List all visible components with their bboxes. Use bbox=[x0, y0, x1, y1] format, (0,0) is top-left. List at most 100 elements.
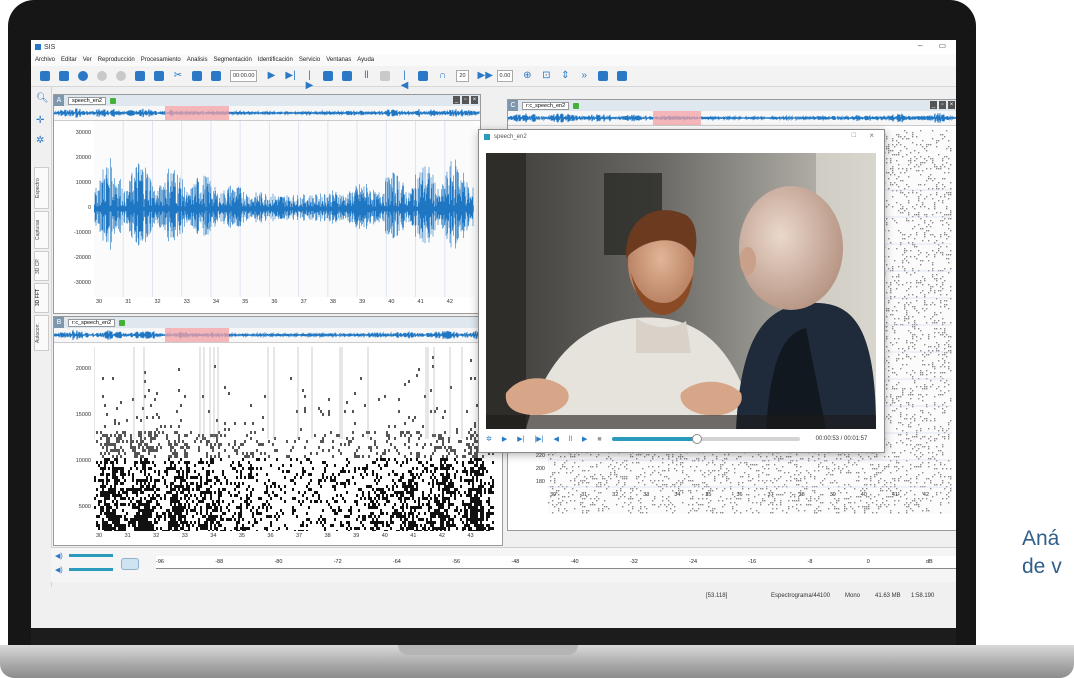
tab-3d-cp[interactable]: 3D CP. bbox=[34, 251, 49, 281]
zoom-in-icon[interactable]: ⊕ bbox=[522, 71, 532, 81]
menu-editar[interactable]: Editar bbox=[61, 57, 77, 63]
video-title: speech_en2 bbox=[494, 133, 527, 140]
play-selection-icon[interactable]: |▶ bbox=[304, 71, 314, 91]
settings-icon[interactable]: ✲ bbox=[36, 135, 44, 146]
menu-identificacion[interactable]: Identificación bbox=[258, 57, 293, 63]
overview-selection[interactable] bbox=[165, 106, 229, 120]
speed-field[interactable]: 20 bbox=[456, 70, 469, 82]
menu-ventanas[interactable]: Ventanas bbox=[326, 57, 351, 63]
video-close-icon[interactable]: × bbox=[869, 131, 874, 140]
record-window-icon[interactable] bbox=[342, 71, 353, 81]
panel-minimize-icon[interactable]: _ bbox=[453, 96, 460, 104]
x-tick-label: 31 bbox=[124, 533, 131, 539]
windows-icon[interactable] bbox=[617, 71, 628, 81]
time-field[interactable]: 00:00.00 bbox=[230, 70, 258, 82]
tab-autocorr[interactable]: Autocorr. bbox=[34, 315, 49, 351]
menu-reproduccion[interactable]: Reproducción bbox=[98, 57, 135, 63]
panel-close-icon[interactable]: × bbox=[948, 101, 955, 109]
video-play-icon[interactable]: ▶ bbox=[502, 435, 507, 443]
db-scale: -96 -88 -80 -72 -64 -56 -48 -40 -32 -24 -16 -8 0 dB bbox=[156, 556, 956, 569]
save-icon[interactable] bbox=[59, 71, 69, 81]
undo-icon[interactable] bbox=[97, 71, 107, 81]
loop-icon[interactable] bbox=[418, 71, 429, 81]
speaker-icon-left[interactable]: ◀) bbox=[55, 552, 63, 560]
video-maximize-icon[interactable]: □ bbox=[852, 132, 856, 139]
cut-icon[interactable]: ✂ bbox=[173, 71, 183, 81]
menu-analisis[interactable]: Analisis bbox=[187, 57, 208, 63]
pause-icon[interactable]: ll bbox=[361, 71, 371, 81]
video-forward-icon[interactable]: ▶ bbox=[582, 435, 587, 443]
menu-procesamiento[interactable]: Procesamiento bbox=[141, 57, 181, 63]
x-tick-label: 33 bbox=[181, 533, 188, 539]
video-seek-handle[interactable] bbox=[692, 434, 703, 444]
headphones-icon[interactable]: ∩ bbox=[437, 71, 447, 81]
zoom-vertical-icon[interactable]: ⇕ bbox=[560, 71, 570, 81]
x-tick-label: 42 bbox=[446, 299, 453, 305]
zoom-fit-icon[interactable]: ⊡ bbox=[541, 71, 551, 81]
more-icon[interactable]: » bbox=[579, 71, 589, 81]
redo-icon[interactable] bbox=[116, 71, 126, 81]
record-icon[interactable] bbox=[78, 71, 88, 81]
menu-servicio[interactable]: Servicio bbox=[299, 57, 320, 63]
link-channels-button[interactable] bbox=[121, 558, 139, 570]
video-rewind-icon[interactable]: ◀ bbox=[554, 435, 559, 443]
spectrogram-plot[interactable] bbox=[94, 347, 494, 531]
menu-ayuda[interactable]: Ayuda bbox=[357, 57, 374, 63]
minimize-icon[interactable]: – bbox=[918, 41, 922, 50]
panel-b-tab[interactable]: r:c_speech_en2 bbox=[68, 318, 116, 327]
video-pause-icon[interactable]: ll bbox=[569, 436, 572, 443]
fast-forward-icon[interactable]: ▶▶ bbox=[478, 71, 493, 81]
tab-capturas[interactable]: Capturas bbox=[34, 211, 49, 249]
y-tick-label: 0 bbox=[87, 205, 91, 211]
x-tick-label: 42 bbox=[922, 492, 930, 498]
overview-selection[interactable] bbox=[165, 328, 229, 342]
y-tick-label: 15000 bbox=[75, 412, 91, 418]
video-seek-bar[interactable] bbox=[611, 434, 800, 444]
tab-espectro[interactable]: Espectro bbox=[34, 167, 49, 209]
volume-slider-left[interactable] bbox=[69, 554, 113, 557]
video-stop-icon[interactable]: ■ bbox=[597, 436, 601, 443]
add-tab-icon[interactable] bbox=[109, 97, 116, 104]
panel-restore-icon[interactable]: ▫ bbox=[939, 101, 946, 109]
play-icon[interactable]: ▶ bbox=[266, 71, 276, 81]
offset-field[interactable]: 0.00 bbox=[496, 70, 514, 82]
tab-3d-fft[interactable]: 3D FFT bbox=[34, 283, 49, 313]
play-next-icon[interactable]: ▶| bbox=[285, 71, 295, 81]
play-window-icon[interactable] bbox=[323, 71, 334, 81]
db-tick-label: -88 bbox=[215, 559, 224, 565]
paste-icon[interactable] bbox=[154, 71, 164, 81]
panel-close-icon[interactable]: × bbox=[471, 96, 478, 104]
open-folder-icon[interactable] bbox=[40, 71, 50, 81]
video-settings-icon[interactable]: ✲ bbox=[486, 435, 492, 443]
maximize-icon[interactable]: ▭ bbox=[938, 41, 946, 50]
x-tick-label: 41 bbox=[891, 492, 898, 498]
panel-a-tab[interactable]: speech_en2 bbox=[68, 96, 106, 105]
volume-slider-right[interactable] bbox=[69, 568, 113, 571]
video-play-selection-icon[interactable]: |▶| bbox=[534, 435, 543, 443]
rewind-icon[interactable]: |◀ bbox=[399, 71, 409, 91]
layout-icon[interactable] bbox=[598, 71, 609, 81]
overview-strip[interactable] bbox=[54, 106, 480, 121]
crosshair-icon[interactable]: ✛ bbox=[36, 115, 44, 126]
overview-strip[interactable] bbox=[508, 111, 956, 126]
speaker-icon-right[interactable]: ◀) bbox=[55, 566, 63, 574]
copy-icon[interactable] bbox=[135, 71, 145, 81]
clipboard-icon[interactable] bbox=[192, 71, 202, 81]
panel-restore-icon[interactable]: ▫ bbox=[462, 96, 469, 104]
overview-strip[interactable] bbox=[54, 328, 502, 343]
menu-archivo[interactable]: Archivo bbox=[35, 57, 55, 63]
panel-c-tab[interactable]: r:c_speech_en2 bbox=[522, 101, 570, 110]
add-tab-icon[interactable] bbox=[119, 319, 126, 326]
delete-icon[interactable] bbox=[211, 71, 221, 81]
stop-icon[interactable] bbox=[380, 71, 391, 81]
menu-ver[interactable]: Ver bbox=[83, 57, 92, 63]
panel-minimize-icon[interactable]: _ bbox=[930, 101, 937, 109]
x-tick-label: 35 bbox=[242, 299, 249, 305]
overview-selection[interactable] bbox=[653, 111, 701, 125]
menu-segmentacion[interactable]: Segmentación bbox=[213, 57, 251, 63]
waveform-plot[interactable] bbox=[94, 121, 474, 297]
add-tab-icon[interactable] bbox=[573, 102, 580, 109]
search-icon[interactable]: 🔍︎ bbox=[36, 93, 49, 104]
video-frame[interactable] bbox=[486, 153, 876, 429]
video-play-next-icon[interactable]: ▶| bbox=[517, 435, 524, 443]
